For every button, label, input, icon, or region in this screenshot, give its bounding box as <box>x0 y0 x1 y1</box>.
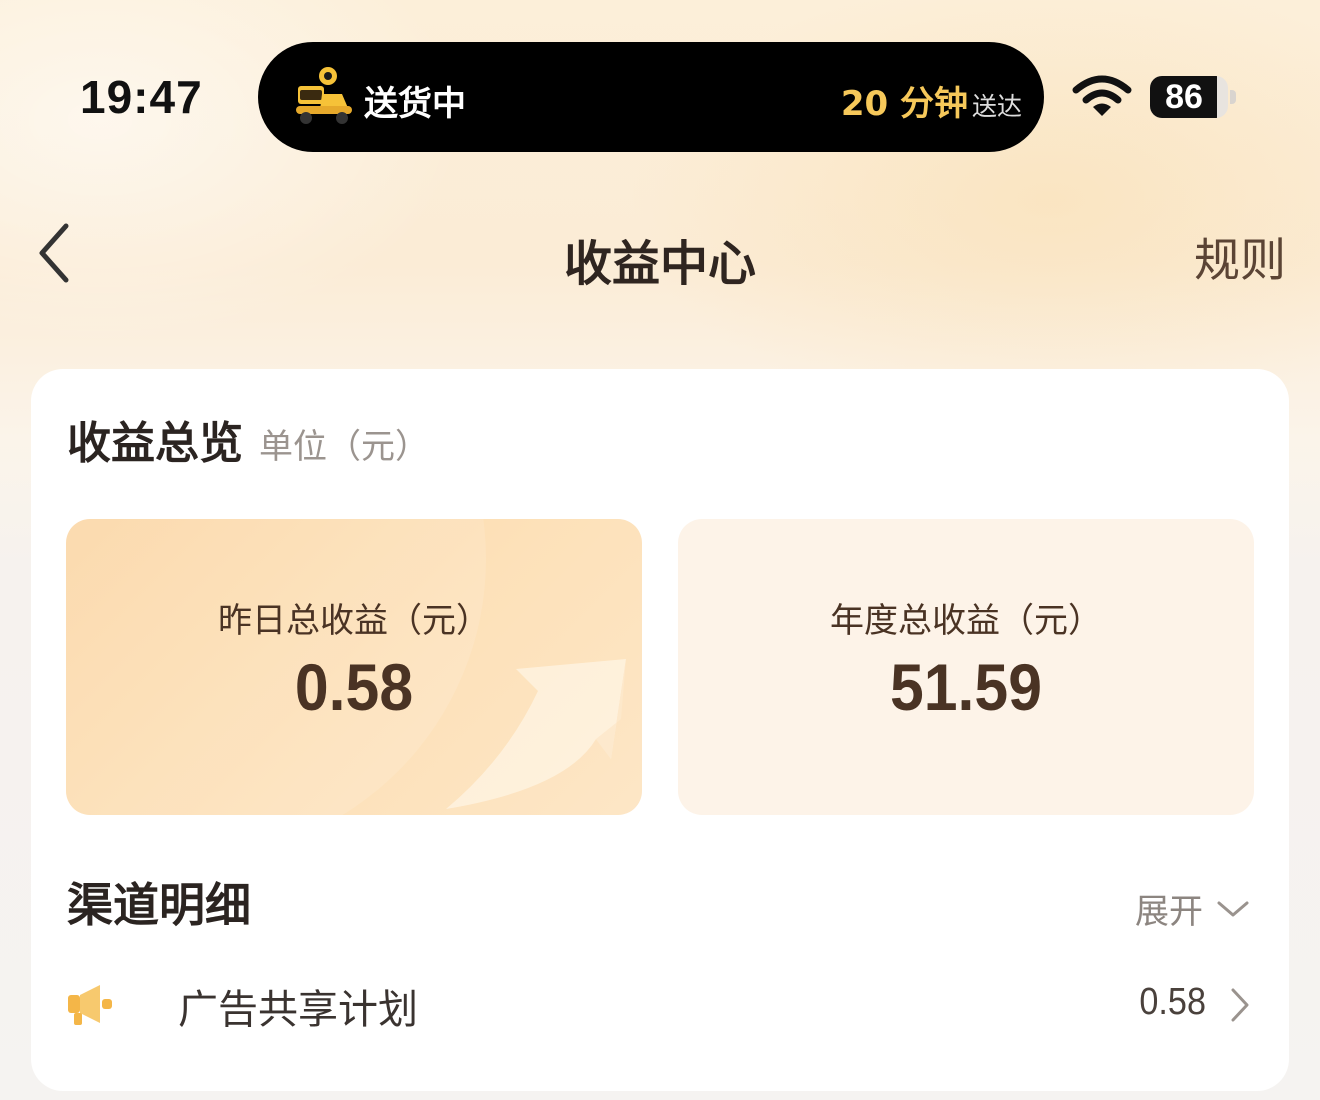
expand-button[interactable]: 展开 <box>1135 884 1251 933</box>
yesterday-earnings-tile: 昨日总收益（元） 0.58 <box>66 519 642 815</box>
chevron-right-icon <box>1231 988 1249 1022</box>
delivery-eta: 20 分钟 送达 <box>841 76 1022 125</box>
delivery-scooter-icon <box>296 67 352 124</box>
channel-value: 0.58 <box>1139 981 1206 1023</box>
yearly-earnings-label: 年度总收益（元） <box>830 601 1102 641</box>
overview-title: 收益总览 <box>67 418 243 469</box>
battery-body: 86 <box>1150 76 1228 118</box>
rules-button[interactable]: 规则 <box>1194 224 1286 290</box>
eta-suffix: 送达 <box>971 92 1022 121</box>
yearly-earnings-value: 51.59 <box>890 650 1042 724</box>
yesterday-earnings-value: 0.58 <box>294 650 414 724</box>
overview-header: 收益总览 单位（元） <box>67 407 429 471</box>
wifi-icon <box>1072 75 1132 116</box>
yearly-earnings-tile: 年度总收益（元） 51.59 <box>678 519 1254 815</box>
channel-details-title: 渠道明细 <box>67 878 251 932</box>
delivery-status: 送货中 <box>364 84 466 124</box>
battery-percentage: 86 <box>1165 78 1203 116</box>
channel-row-ad-sharing[interactable]: 广告共享计划 0.58 <box>66 967 1256 1051</box>
earnings-card: 收益总览 单位（元） 昨日总收益（元） 0.58 年度总收益（元） 51.59 … <box>31 369 1289 1091</box>
battery-cap <box>1230 90 1236 104</box>
chevron-down-icon <box>1217 901 1249 916</box>
page-title: 收益中心 <box>563 236 756 292</box>
status-time: 19:47 <box>80 71 203 123</box>
yesterday-earnings-label: 昨日总收益（元） <box>218 601 490 641</box>
expand-label: 展开 <box>1135 892 1203 932</box>
battery-indicator: 86 <box>1150 76 1236 118</box>
eta-time: 20 分钟 <box>840 84 968 124</box>
overview-unit: 单位（元） <box>259 427 429 467</box>
live-activity-island[interactable]: 送货中 20 分钟 送达 <box>258 42 1044 152</box>
channel-name: 广告共享计划 <box>178 987 418 1033</box>
megaphone-icon <box>68 985 112 1025</box>
